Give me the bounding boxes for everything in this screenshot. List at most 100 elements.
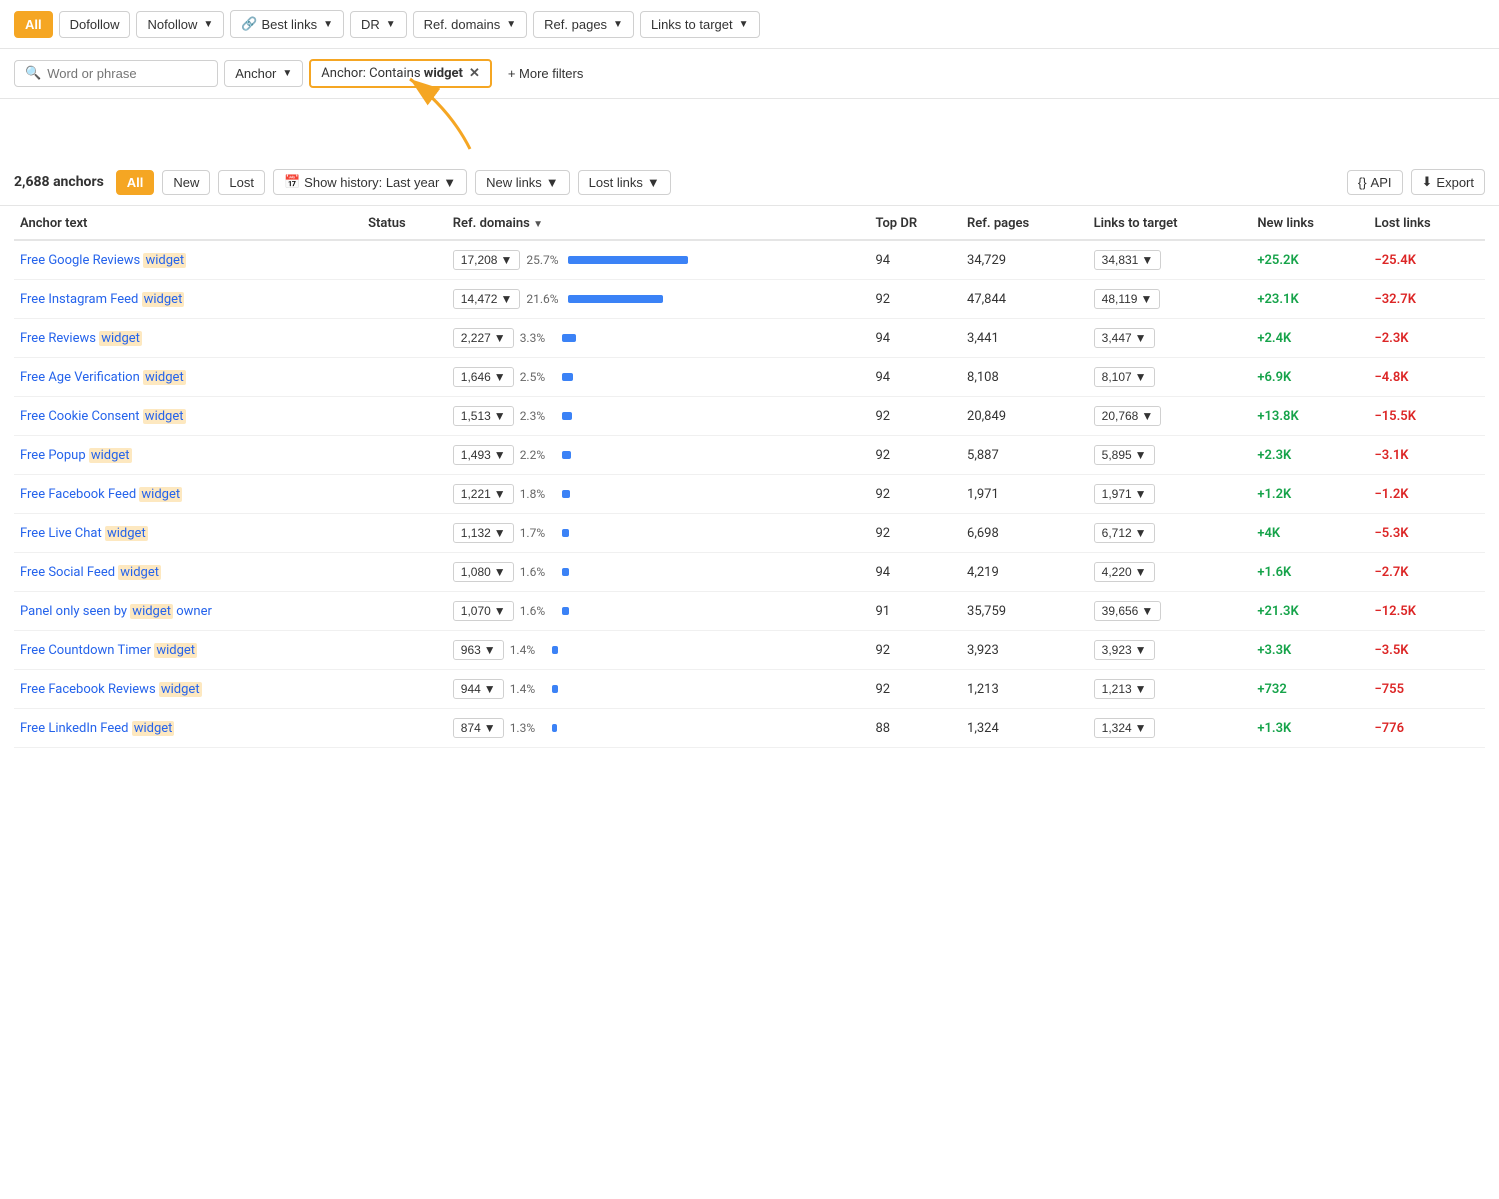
anchor-text-cell: Free Google Reviews widget: [14, 240, 362, 280]
export-btn[interactable]: ⬇ Export: [1411, 169, 1485, 195]
table-row: Free Reviews widget 2,227 ▼ 3.3% 943,441…: [14, 319, 1485, 358]
top-dr-cell: 94: [869, 358, 961, 397]
anchor-link[interactable]: Free Instagram Feed widget: [20, 292, 184, 307]
anchor-text-cell: Free Facebook Feed widget: [14, 475, 362, 514]
ref-domains-btn[interactable]: 963 ▼: [453, 640, 504, 660]
anchor-link[interactable]: Free Countdown Timer widget: [20, 643, 197, 658]
bar: [552, 685, 558, 693]
anchor-link[interactable]: Free LinkedIn Feed widget: [20, 721, 174, 736]
ref-domains-btn[interactable]: 874 ▼: [453, 718, 504, 738]
filter-nofollow-btn[interactable]: Nofollow ▼: [136, 11, 224, 38]
bar: [568, 295, 663, 303]
top-dr-cell: 94: [869, 319, 961, 358]
links-to-target-btn[interactable]: 1,971 ▼: [1094, 484, 1155, 504]
links-to-target-btn[interactable]: 39,656 ▼: [1094, 601, 1162, 621]
chevron-down-icon: ▼: [739, 19, 749, 30]
ref-domains-pct: 1.4%: [510, 643, 546, 657]
anchor-link[interactable]: Panel only seen by widget owner: [20, 604, 212, 619]
new-links-value: +3.3K: [1257, 643, 1291, 658]
chevron-down-icon: ▼: [1135, 565, 1147, 579]
ref-domains-btn[interactable]: 1,493 ▼: [453, 445, 514, 465]
search-input[interactable]: [47, 66, 207, 81]
links-to-target-btn[interactable]: 6,712 ▼: [1094, 523, 1155, 543]
links-to-target-btn[interactable]: 8,107 ▼: [1094, 367, 1155, 387]
links-to-target-value: 1,324: [1102, 721, 1132, 735]
ref-domains-btn[interactable]: 1,132 ▼: [453, 523, 514, 543]
col-ref-domains[interactable]: Ref. domains ▼: [447, 206, 870, 240]
anchor-link[interactable]: Free Google Reviews widget: [20, 253, 186, 268]
tab-all[interactable]: All: [116, 170, 155, 195]
links-to-target-btn[interactable]: 1,213 ▼: [1094, 679, 1155, 699]
table-row: Free Instagram Feed widget 14,472 ▼ 21.6…: [14, 280, 1485, 319]
tab-new[interactable]: New: [162, 170, 210, 195]
api-btn[interactable]: {} API: [1347, 170, 1403, 195]
links-to-target-cell: 8,107 ▼: [1088, 358, 1252, 397]
anchor-dropdown-btn[interactable]: Anchor ▼: [224, 60, 303, 87]
anchor-text-cell: Free Social Feed widget: [14, 553, 362, 592]
links-to-target-btn[interactable]: 20,768 ▼: [1094, 406, 1162, 426]
new-links-cell: +1.6K: [1251, 553, 1368, 592]
new-links-btn[interactable]: New links ▼: [475, 170, 570, 195]
top-dr-cell: 92: [869, 397, 961, 436]
links-to-target-value: 34,831: [1102, 253, 1139, 267]
highlight-word: widget: [154, 643, 197, 658]
ref-domains-btn[interactable]: 1,221 ▼: [453, 484, 514, 504]
ref-domains-pct: 1.3%: [510, 721, 546, 735]
ref-domains-btn[interactable]: 2,227 ▼: [453, 328, 514, 348]
anchor-text-cell: Free Reviews widget: [14, 319, 362, 358]
ref-domains-btn[interactable]: 1,070 ▼: [453, 601, 514, 621]
anchor-link[interactable]: Free Reviews widget: [20, 331, 142, 346]
filter-all-btn[interactable]: All: [14, 11, 53, 38]
anchor-link[interactable]: Free Social Feed widget: [20, 565, 161, 580]
status-cell: [362, 592, 447, 631]
chevron-down-icon: ▼: [613, 19, 623, 30]
search-box[interactable]: 🔍: [14, 60, 218, 87]
ref-pages-cell: 1,213: [961, 670, 1088, 709]
bar-cell: [562, 373, 573, 381]
anchor-link[interactable]: Free Cookie Consent widget: [20, 409, 186, 424]
filter-dofollow-btn[interactable]: Dofollow: [59, 11, 131, 38]
filter-best-links-btn[interactable]: 🔗 Best links ▼: [230, 10, 344, 38]
links-to-target-btn[interactable]: 3,447 ▼: [1094, 328, 1155, 348]
highlight-word: widget: [118, 565, 161, 580]
filter-ref-domains-btn[interactable]: Ref. domains ▼: [413, 11, 528, 38]
ref-domains-btn[interactable]: 944 ▼: [453, 679, 504, 699]
lost-links-btn[interactable]: Lost links ▼: [578, 170, 671, 195]
anchor-link[interactable]: Free Live Chat widget: [20, 526, 148, 541]
new-links-cell: +3.3K: [1251, 631, 1368, 670]
status-cell: [362, 280, 447, 319]
highlight-word: widget: [130, 604, 173, 619]
tab-lost[interactable]: Lost: [218, 170, 265, 195]
anchors-table: Anchor text Status Ref. domains ▼ Top DR…: [14, 206, 1485, 748]
lost-links-cell: −755: [1368, 670, 1485, 709]
ref-pages-cell: 3,923: [961, 631, 1088, 670]
ref-domains-btn[interactable]: 17,208 ▼: [453, 250, 521, 270]
anchor-link[interactable]: Free Age Verification widget: [20, 370, 186, 385]
lost-links-cell: −32.7K: [1368, 280, 1485, 319]
table-row: Panel only seen by widget owner 1,070 ▼ …: [14, 592, 1485, 631]
ref-pages-cell: 1,971: [961, 475, 1088, 514]
ref-domains-btn[interactable]: 1,513 ▼: [453, 406, 514, 426]
anchor-link[interactable]: Free Facebook Feed widget: [20, 487, 182, 502]
ref-domains-pct: 1.6%: [520, 565, 556, 579]
links-to-target-btn[interactable]: 1,324 ▼: [1094, 718, 1155, 738]
highlight-word: widget: [159, 682, 202, 697]
lost-links-cell: −25.4K: [1368, 240, 1485, 280]
links-to-target-value: 1,213: [1102, 682, 1132, 696]
show-history-btn[interactable]: 📅 Show history: Last year ▼: [273, 169, 467, 195]
filter-links-to-target-btn[interactable]: Links to target ▼: [640, 11, 760, 38]
anchor-link[interactable]: Free Popup widget: [20, 448, 132, 463]
links-to-target-btn[interactable]: 34,831 ▼: [1094, 250, 1162, 270]
chevron-down-icon: ▼: [500, 253, 512, 267]
anchor-link[interactable]: Free Facebook Reviews widget: [20, 682, 202, 697]
links-to-target-btn[interactable]: 5,895 ▼: [1094, 445, 1155, 465]
ref-domains-value: 1,513: [461, 409, 491, 423]
links-to-target-btn[interactable]: 48,119 ▼: [1094, 289, 1161, 309]
filter-dr-btn[interactable]: DR ▼: [350, 11, 407, 38]
ref-domains-btn[interactable]: 1,646 ▼: [453, 367, 514, 387]
links-to-target-btn[interactable]: 3,923 ▼: [1094, 640, 1155, 660]
ref-domains-btn[interactable]: 1,080 ▼: [453, 562, 514, 582]
links-to-target-btn[interactable]: 4,220 ▼: [1094, 562, 1155, 582]
filter-ref-pages-btn[interactable]: Ref. pages ▼: [533, 11, 634, 38]
ref-domains-btn[interactable]: 14,472 ▼: [453, 289, 521, 309]
